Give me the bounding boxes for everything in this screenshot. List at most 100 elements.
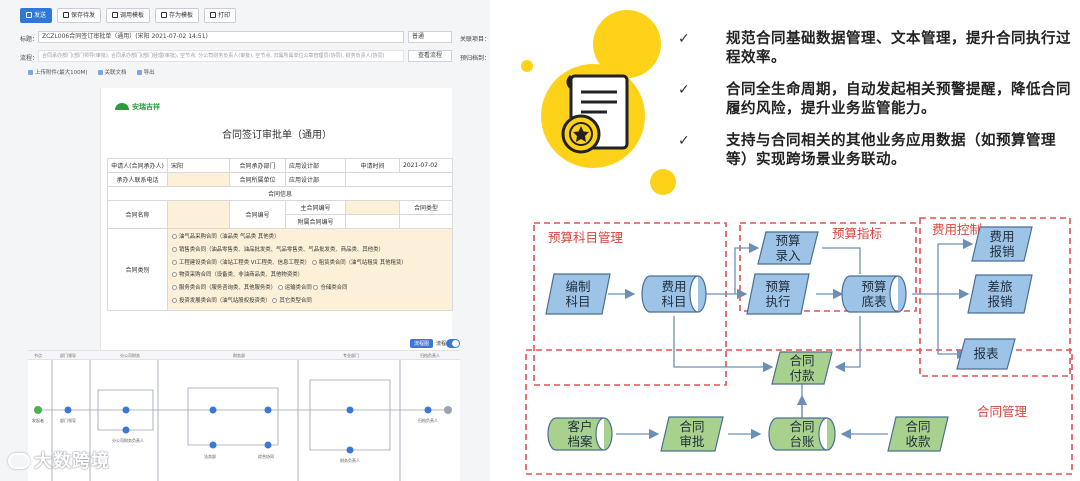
category-option[interactable]: 其它类型合同	[272, 297, 312, 304]
node-label: 预算	[861, 279, 886, 294]
diagram-node-contract-pay: 合同付款	[771, 351, 833, 385]
main-no-input[interactable]	[345, 200, 400, 215]
node-label: 分公司财务负责人	[112, 437, 144, 443]
applicant-label: 申请人(合同承办人)	[107, 158, 168, 173]
feature-list: ✓ 规范合同基础数据管理、文本管理，提升合同执行过程效率。 ✓ 合同全生命周期，…	[676, 30, 1076, 183]
radio-icon	[172, 297, 177, 303]
flow-node[interactable]	[346, 446, 354, 454]
form-toolbar: 发送 保存待发 调用模板 存为模板 打印	[20, 8, 237, 24]
flow-label: 流程：	[20, 55, 39, 62]
diagram-node-budget-entry: 预算录入	[757, 231, 819, 265]
related-doc-link[interactable]: 关联文档	[97, 68, 127, 76]
print-button[interactable]: 打印	[204, 8, 237, 23]
contact-label: 承办人联系电话	[107, 172, 168, 187]
category-option[interactable]: 服务类合同（服务咨询类、其他服务类）	[172, 285, 276, 291]
contact-input[interactable]	[167, 172, 230, 187]
call-template-button[interactable]: 调用模板	[106, 8, 151, 23]
end-node[interactable]	[444, 406, 452, 414]
radio-icon	[313, 285, 319, 291]
node-label: 差旅	[987, 279, 1012, 294]
category-option[interactable]: 工程建设类合同（油站工程类 VI工程类、信息工程类）	[172, 259, 310, 266]
lane-label: 专业部门	[343, 353, 359, 358]
diagram-node-budget-base: 预算底表	[841, 275, 907, 313]
diagram-node-contract-ledger: 合同台账	[768, 417, 836, 451]
node-label: 费用	[661, 279, 686, 294]
prev-files-label: 预归档到：	[460, 55, 490, 62]
contract-name-input[interactable]	[167, 200, 230, 229]
flow-node[interactable]	[209, 441, 217, 449]
sub-no-label: 附属合同编号	[285, 214, 346, 229]
node-label: 部门领导	[60, 417, 76, 423]
dept-value[interactable]: 应用设计部	[285, 158, 346, 173]
node-label: 报表	[973, 346, 999, 361]
document-title: 合同签订审批单（通用）	[222, 130, 332, 141]
save-template-button[interactable]: 存为模板	[155, 8, 200, 23]
contract-name-label: 合同名称	[107, 200, 168, 229]
flow-node[interactable]	[424, 406, 432, 414]
apply-time-value[interactable]: 2021-07-02	[399, 158, 453, 173]
radio-icon	[272, 297, 278, 303]
flow-node[interactable]	[264, 406, 272, 414]
page: 发送 保存待发 调用模板 存为模板 打印 标题： ZCZL006合同签订审批单（…	[0, 0, 1080, 481]
upload-icon	[28, 70, 33, 75]
lane-label: 归档负责人	[420, 353, 440, 358]
node-label: 财务负责人	[340, 457, 360, 463]
category-option[interactable]: 销售类合同（油品零售类、油品批发类、气品零售类、气品批发类、商品类、其他类）	[172, 246, 384, 253]
apply-time-label: 申请时间	[345, 158, 400, 173]
group-label-budget-subject: 预算科目管理	[548, 230, 624, 245]
flowchart-tab[interactable]: 流程图	[410, 339, 434, 348]
logo-icon	[115, 103, 129, 110]
node-label: 台账	[789, 434, 815, 449]
category-option[interactable]: 投资发展类合同（油气站股权投资类）	[172, 297, 271, 304]
radio-icon	[311, 259, 317, 265]
node-label: 执行	[765, 294, 790, 309]
node-label: 预算	[775, 233, 800, 248]
sub-no-input[interactable]	[345, 214, 400, 229]
priority-select[interactable]: 普通	[408, 31, 452, 43]
view-switch[interactable]	[446, 339, 460, 348]
flow-node[interactable]	[209, 406, 217, 414]
contract-no-label: 合同编号	[229, 200, 286, 229]
node-label: 综合协同	[258, 453, 274, 459]
flow-row: 流程： 合同承办部门(部门领导(审批), 合同承办部门(部门经理(审批), 空节…	[20, 50, 490, 63]
category-option[interactable]: 租赁类合同（油气站租赁 其他租赁）	[311, 259, 407, 266]
export-link[interactable]: 导出	[136, 68, 155, 76]
node-label: 法务部	[204, 453, 216, 459]
flow-node[interactable]	[264, 441, 272, 449]
category-option[interactable]: 油气品采购合同（油品类 气品类 其他类）	[172, 234, 279, 240]
print-icon	[210, 12, 217, 18]
diagram-node-expense-subject: 费用科目	[641, 275, 707, 313]
category-option[interactable]: 仓储类合同	[313, 285, 347, 291]
save-template-icon	[161, 12, 168, 18]
upload-link[interactable]: 上传附件(最大100M)	[28, 68, 88, 76]
flow-node[interactable]	[346, 406, 354, 414]
title-input[interactable]: ZCZL006合同签订审批单（通用）(宋阳 2021-07-02 14:51)	[38, 31, 404, 43]
contract-illustration	[521, 10, 676, 195]
save-draft-button[interactable]: 保存待发	[57, 8, 102, 23]
flow-input[interactable]: 合同承办部门(部门领导(审批), 合同承办部门(部门经理(审批), 空节点, 分…	[38, 50, 404, 62]
flow-node[interactable]	[64, 406, 72, 414]
send-icon	[26, 12, 32, 18]
attachment-row: 上传附件(最大100M) 关联文档 导出	[28, 68, 155, 76]
node-label: 合同	[905, 419, 930, 434]
flow-node[interactable]	[122, 426, 130, 434]
company-logo: 安瑞吉祥	[115, 102, 160, 112]
applicant-value[interactable]: 宋阳	[167, 158, 230, 173]
flow-node[interactable]	[122, 406, 130, 414]
empty-cell	[345, 172, 453, 187]
feature-item: ✓ 规范合同基础数据管理、文本管理，提升合同执行过程效率。	[678, 31, 1071, 66]
lane-label: 分公司财务	[120, 353, 140, 358]
start-node[interactable]	[34, 406, 42, 414]
send-button[interactable]: 发送	[20, 8, 53, 23]
diagram-node-compile-subject: 编制科目	[545, 273, 611, 315]
lane-label: 节点	[34, 353, 42, 358]
unit-value[interactable]: 应用设计部	[285, 172, 346, 187]
contract-type-label: 合同类型	[399, 200, 453, 215]
contract-type-input[interactable]	[399, 214, 453, 229]
category-option[interactable]: 运输类合同	[277, 285, 312, 291]
diagram-node-budget-exec: 预算执行	[746, 273, 810, 315]
flow-tab[interactable]: 流程	[436, 340, 446, 347]
node-label: 报销	[989, 244, 1014, 259]
category-option[interactable]: 物资采购合同（设备类、非油商品类、其他物资类）	[172, 272, 303, 278]
view-flow-button[interactable]: 查看流程	[408, 50, 452, 62]
